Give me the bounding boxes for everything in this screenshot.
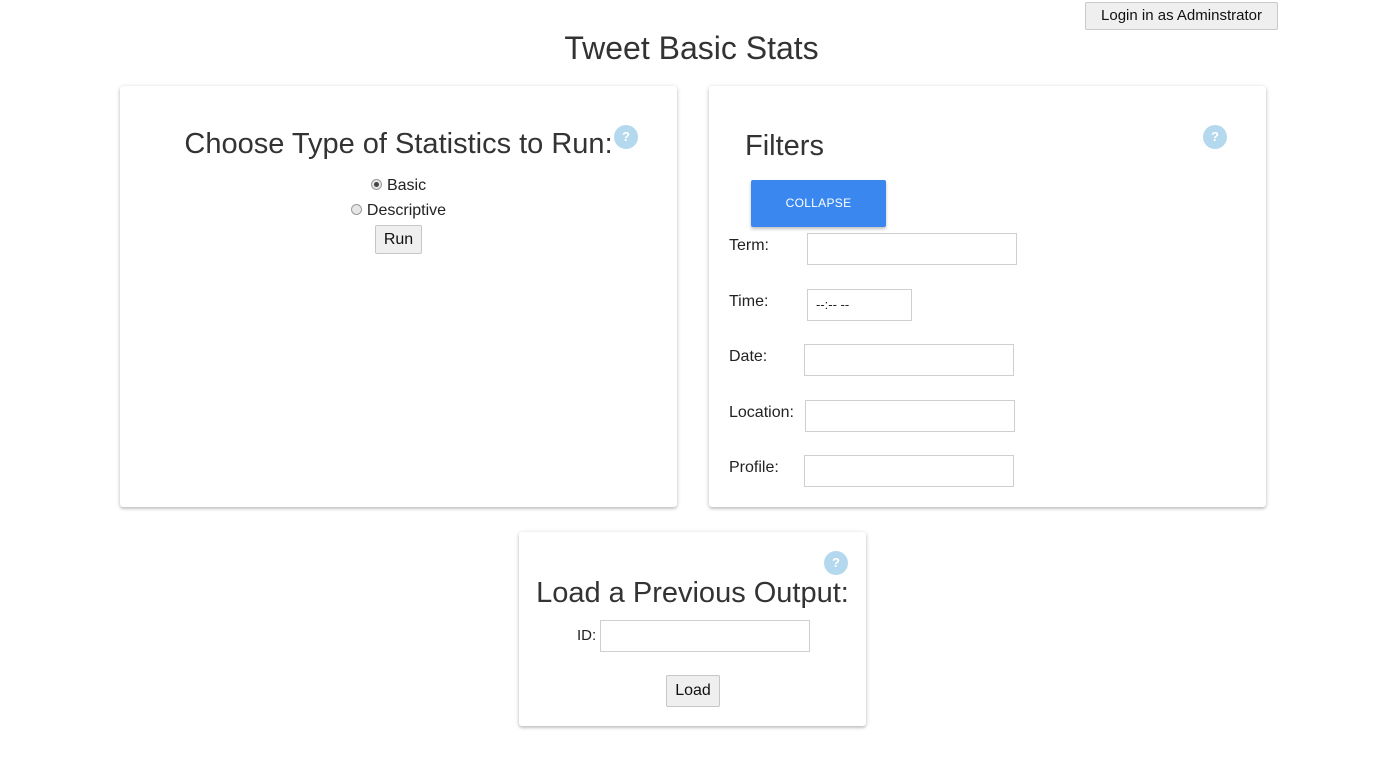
profile-label: Profile:: [729, 459, 779, 476]
location-input[interactable]: [805, 400, 1015, 432]
load-output-card: ? Load a Previous Output: ID: Load: [519, 532, 866, 726]
radio-descriptive-label: Descriptive: [366, 202, 447, 219]
time-input[interactable]: --:-- --: [807, 289, 912, 321]
statistics-type-card: Choose Type of Statistics to Run: ? Basi…: [120, 86, 677, 507]
term-label: Term:: [729, 237, 769, 254]
page: Login in as Adminstrator Tweet Basic Sta…: [0, 0, 1383, 765]
id-input[interactable]: [600, 620, 810, 652]
term-input[interactable]: [807, 233, 1017, 265]
help-icon[interactable]: ?: [824, 551, 848, 575]
date-label: Date:: [729, 348, 768, 365]
collapse-button[interactable]: COLLAPSE: [751, 180, 886, 227]
login-admin-button[interactable]: Login in as Adminstrator: [1085, 2, 1278, 30]
radio-option-descriptive[interactable]: Descriptive: [120, 202, 677, 220]
statistics-type-title: Choose Type of Statistics to Run:: [184, 128, 613, 160]
date-input[interactable]: [804, 344, 1014, 376]
load-output-title: Load a Previous Output:: [536, 577, 849, 609]
help-icon[interactable]: ?: [614, 125, 638, 149]
profile-input[interactable]: [804, 455, 1014, 487]
filters-card: Filters ? COLLAPSE Term: Time: --:-- -- …: [709, 86, 1266, 507]
page-title: Tweet Basic Stats: [564, 30, 819, 66]
radio-basic-label: Basic: [386, 177, 427, 194]
radio-option-basic[interactable]: Basic: [120, 177, 677, 195]
id-label: ID:: [577, 627, 597, 644]
run-button[interactable]: Run: [375, 225, 422, 254]
radio-descriptive[interactable]: [350, 204, 362, 216]
help-icon[interactable]: ?: [1203, 125, 1227, 149]
radio-basic[interactable]: [370, 179, 382, 191]
location-label: Location:: [729, 404, 794, 421]
load-button[interactable]: Load: [666, 675, 720, 707]
time-label: Time:: [729, 293, 769, 310]
filters-title: Filters: [745, 130, 824, 162]
